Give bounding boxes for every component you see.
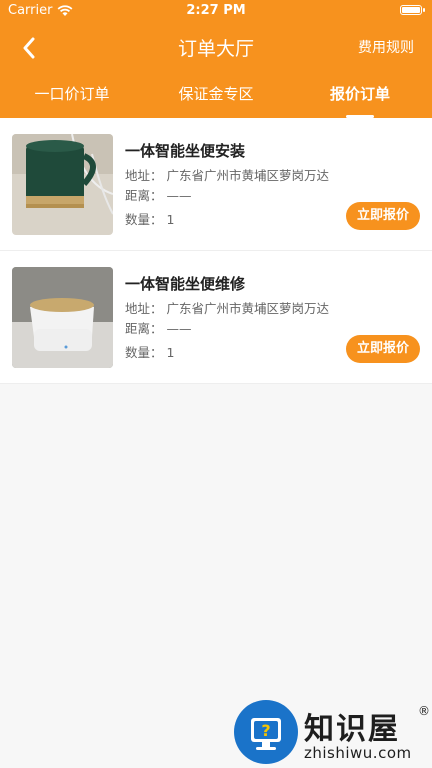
quantity-label: 数量： (125, 345, 163, 360)
order-distance: 距离： —— (125, 185, 192, 204)
address-label: 地址： (125, 301, 163, 316)
battery-icon (400, 5, 425, 15)
order-card[interactable]: 一体智能坐便维修 地址： 广东省广州市黄埔区萝岗万达 距离： —— 数量： 1 立即报… (0, 251, 432, 384)
quantity-label: 数量： (125, 212, 163, 227)
watermark-logo-icon: ? (234, 700, 298, 764)
order-card[interactable]: 一体智能坐便安装 地址： 广东省广州市黄埔区萝岗万达 距离： —— 数量： 1 立即报… (0, 118, 432, 251)
status-bar: Carrier 2:27 PM (0, 0, 432, 22)
nav-bar: 订单大厅 费用规则 (0, 22, 432, 72)
registered-mark: ® (418, 704, 430, 718)
order-list: 一体智能坐便安装 地址： 广东省广州市黄埔区萝岗万达 距离： —— 数量： 1 立即报… (0, 118, 432, 384)
order-title: 一体智能坐便维修 (125, 275, 246, 293)
quantity-value: 1 (166, 345, 175, 360)
tab-label: 保证金专区 (178, 85, 254, 103)
order-title: 一体智能坐便安装 (125, 142, 246, 160)
distance-value: —— (166, 188, 192, 203)
order-address: 地址： 广东省广州市黄埔区萝岗万达 (125, 298, 329, 317)
order-thumbnail (12, 134, 113, 235)
tab-deposit-zone[interactable]: 保证金专区 (144, 72, 288, 118)
quantity-value: 1 (166, 212, 175, 227)
site-watermark: ? 知识屋 ® zhishiwu.com (232, 700, 432, 768)
tab-label: 一口价订单 (34, 85, 110, 103)
tab-quote-orders[interactable]: 报价订单 (288, 72, 432, 118)
quote-now-button[interactable]: 立即报价 (346, 202, 420, 230)
watermark-domain: zhishiwu.com (304, 744, 412, 762)
order-tabs: 一口价订单 保证金专区 报价订单 (0, 72, 432, 118)
address-label: 地址： (125, 168, 163, 183)
tab-fixed-price[interactable]: 一口价订单 (0, 72, 144, 118)
address-value: 广东省广州市黄埔区萝岗万达 (166, 168, 330, 183)
order-thumbnail (12, 267, 113, 368)
distance-label: 距离： (125, 188, 163, 203)
status-time: 2:27 PM (186, 3, 246, 18)
order-quantity: 数量： 1 (125, 342, 174, 361)
distance-label: 距离： (125, 321, 163, 336)
quote-now-button[interactable]: 立即报价 (346, 335, 420, 363)
order-quantity: 数量： 1 (125, 209, 174, 228)
order-address: 地址： 广东省广州市黄埔区萝岗万达 (125, 165, 329, 184)
watermark-name: 知识屋 (304, 712, 400, 747)
order-distance: 距离： —— (125, 318, 192, 337)
address-value: 广东省广州市黄埔区萝岗万达 (166, 301, 330, 316)
fee-rules-link[interactable]: 费用规则 (358, 37, 414, 57)
svg-text:?: ? (261, 721, 270, 740)
distance-value: —— (166, 321, 192, 336)
tab-label: 报价订单 (329, 85, 390, 103)
